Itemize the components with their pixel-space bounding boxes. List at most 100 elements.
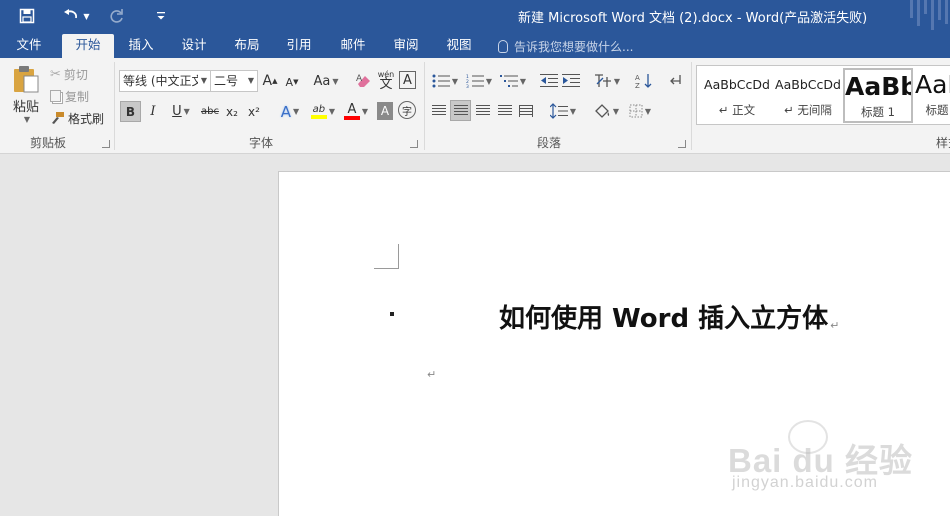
- heading-bullet: [390, 312, 394, 316]
- font-color-button[interactable]: A ▼: [341, 100, 371, 122]
- style-sample: AaBb: [845, 72, 911, 101]
- redo-icon[interactable]: [106, 0, 128, 32]
- divider: [691, 62, 692, 150]
- chinese-layout-button[interactable]: ▼: [592, 71, 622, 91]
- title-bar: ▼ 新建 Microsoft Word 文档 (2).docx - Word(产…: [0, 0, 950, 32]
- tab-insert[interactable]: 插入: [118, 34, 164, 58]
- font-launcher[interactable]: [410, 140, 418, 148]
- clear-formatting-button[interactable]: A: [355, 71, 373, 91]
- copy-label: 复制: [65, 89, 90, 104]
- superscript-button[interactable]: x²: [245, 101, 263, 122]
- show-formatting-marks-button[interactable]: [666, 71, 686, 91]
- strikethrough-button[interactable]: abc: [200, 101, 220, 122]
- tab-layout[interactable]: 布局: [224, 34, 270, 58]
- indent-icon: [562, 74, 580, 87]
- borders-icon: [629, 104, 643, 118]
- customize-quick-access-icon[interactable]: [152, 0, 170, 32]
- svg-text:Z: Z: [635, 82, 640, 89]
- increase-indent-button[interactable]: [561, 71, 581, 91]
- character-border-button[interactable]: A: [399, 71, 416, 89]
- sort-icon: AZ: [635, 74, 652, 89]
- text-effects-button[interactable]: A ▼: [276, 101, 304, 122]
- paint-bucket-icon: [595, 104, 610, 118]
- window-title: 新建 Microsoft Word 文档 (2).docx - Word(产品激…: [518, 11, 868, 26]
- outdent-icon: [540, 74, 558, 87]
- paragraph-mark-icon: [670, 75, 681, 85]
- chevron-down-icon: ▼: [198, 71, 210, 91]
- tab-file[interactable]: 文件: [6, 34, 52, 58]
- font-size-combo[interactable]: 二号 ▼: [210, 70, 258, 92]
- font-name-combo[interactable]: 等线 (中文正文) ▼: [119, 70, 211, 92]
- style-name: ↵ 无间隔: [784, 103, 832, 117]
- numbering-button[interactable]: 1 2 3 ▼: [464, 71, 494, 91]
- cut-button[interactable]: ✂ 剪切: [50, 65, 96, 83]
- tab-design[interactable]: 设计: [171, 34, 217, 58]
- tab-mailings[interactable]: 邮件: [330, 34, 376, 58]
- borders-button[interactable]: ▼: [625, 101, 655, 121]
- style-heading-1[interactable]: AaBb 标题 1: [843, 68, 913, 123]
- character-shading-button[interactable]: A: [377, 102, 393, 120]
- shrink-font-button[interactable]: A ▼: [284, 73, 300, 91]
- chinese-layout-icon: [594, 74, 611, 87]
- svg-text:A: A: [356, 74, 363, 84]
- style-normal[interactable]: AaBbCcDd ↵ 正文: [701, 68, 773, 123]
- empty-paragraph-mark: ↵: [427, 368, 437, 381]
- tab-review[interactable]: 审阅: [383, 34, 429, 58]
- ribbon: 粘贴 ▼ ✂ 剪切 复制 格式刷 剪贴板 等线 (中文正文) ▼ 二号 ▼ A ▲…: [0, 58, 950, 154]
- tab-references[interactable]: 引用: [276, 34, 322, 58]
- bold-button[interactable]: B: [120, 101, 141, 122]
- distributed-button[interactable]: [517, 102, 535, 120]
- lightbulb-icon: [498, 39, 508, 53]
- distributed-icon: [519, 105, 533, 117]
- style-name: 标题 1: [861, 105, 895, 119]
- underline-button[interactable]: U ▼: [166, 101, 196, 122]
- style-name: ↵ 正文: [718, 103, 756, 117]
- sort-button[interactable]: AZ: [634, 71, 654, 91]
- line-spacing-icon: [549, 103, 568, 119]
- watermark-url: jingyan.baidu.com: [732, 474, 878, 491]
- copy-button[interactable]: 复制: [50, 87, 96, 105]
- clipboard-launcher[interactable]: [102, 140, 110, 148]
- bullets-button[interactable]: ▼: [430, 71, 460, 91]
- align-left-button[interactable]: [430, 102, 448, 120]
- tab-view[interactable]: 视图: [436, 34, 482, 58]
- format-painter-button[interactable]: 格式刷: [50, 109, 108, 127]
- style-no-spacing[interactable]: AaBbCcDd ↵ 无间隔: [773, 68, 843, 123]
- font-size-value: 二号: [214, 74, 239, 88]
- shading-button[interactable]: ▼: [591, 101, 621, 121]
- tell-me-search[interactable]: 告诉我您想要做什么...: [498, 38, 633, 54]
- line-spacing-button[interactable]: ▼: [548, 101, 578, 121]
- copy-icon: [50, 90, 61, 102]
- paste-button[interactable]: 粘贴 ▼: [8, 62, 44, 126]
- subscript-button[interactable]: x₂: [223, 101, 241, 122]
- bullet-list-icon: [432, 74, 450, 88]
- decrease-indent-button[interactable]: [539, 71, 559, 91]
- enclose-characters-button[interactable]: 字: [398, 101, 416, 119]
- undo-icon[interactable]: ▼: [58, 0, 94, 32]
- eraser-icon: A: [356, 74, 370, 87]
- italic-button[interactable]: I: [145, 101, 161, 122]
- divider: [114, 62, 115, 150]
- align-right-button[interactable]: [474, 102, 492, 120]
- grow-font-button[interactable]: A ▲: [262, 71, 278, 91]
- style-sample: AaBbCcDd: [775, 77, 841, 92]
- cut-label: 剪切: [63, 67, 88, 82]
- tab-home[interactable]: 开始: [62, 34, 114, 58]
- save-icon[interactable]: [14, 0, 40, 32]
- style-sample: AaB: [915, 70, 950, 99]
- multilevel-list-icon: [499, 75, 518, 87]
- highlight-color-button[interactable]: ab ▼: [308, 100, 338, 122]
- document-heading[interactable]: 如何使用 Word 插入立方体 ↵: [499, 298, 839, 335]
- divider: [424, 62, 425, 150]
- justify-button[interactable]: [496, 102, 514, 120]
- paste-label: 粘贴: [12, 100, 39, 115]
- align-center-button[interactable]: [450, 100, 471, 121]
- change-case-button[interactable]: Aa ▼: [311, 71, 341, 91]
- phonetic-guide-button[interactable]: wén 文: [377, 69, 395, 91]
- justify-icon: [498, 105, 512, 117]
- paragraph-mark: ↵: [830, 319, 840, 332]
- style-title[interactable]: AaB 标题: [915, 68, 950, 123]
- multilevel-list-button[interactable]: ▼: [498, 71, 528, 91]
- svg-text:3: 3: [466, 84, 469, 88]
- paragraph-launcher[interactable]: [678, 140, 686, 148]
